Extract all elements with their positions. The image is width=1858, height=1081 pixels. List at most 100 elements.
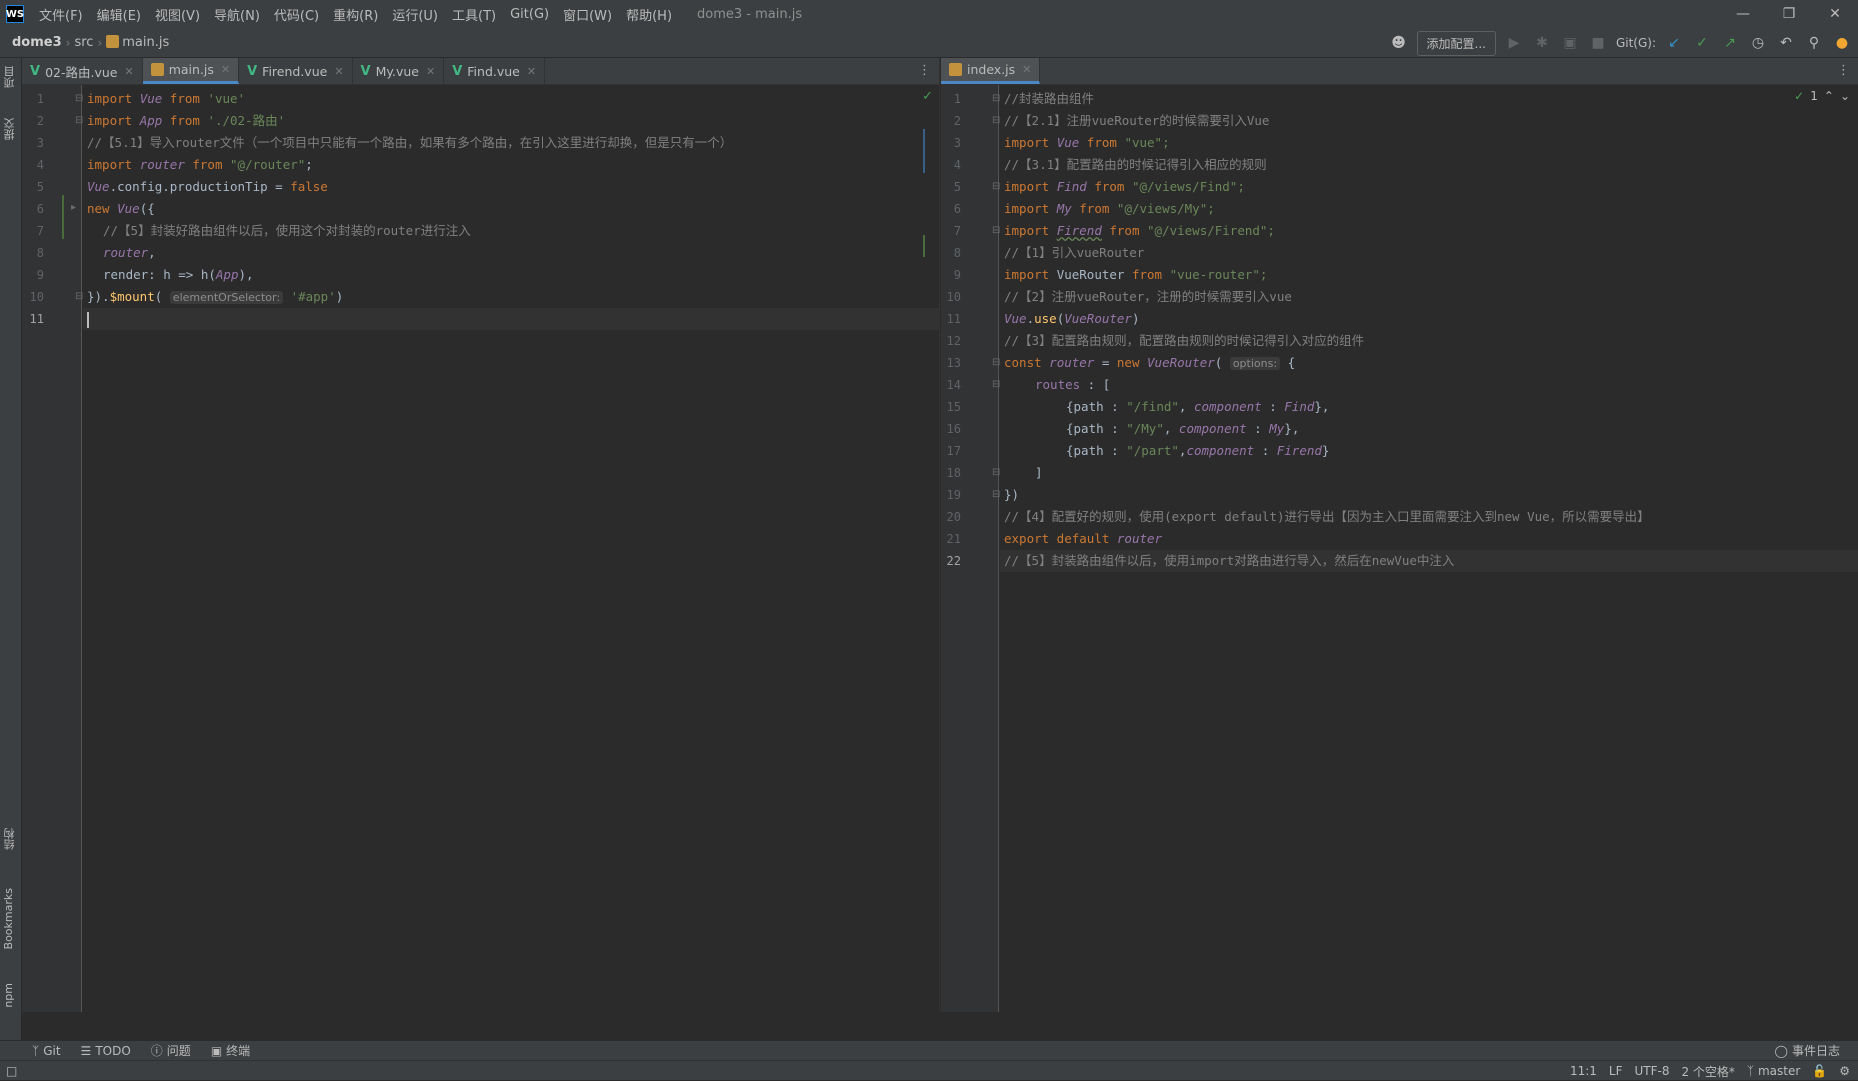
breadcrumb-project[interactable]: dome3 <box>8 35 66 50</box>
ide-update-icon[interactable]: ● <box>1832 33 1852 53</box>
breadcrumb-folder[interactable]: src <box>70 35 97 50</box>
close-icon[interactable]: ✕ <box>527 65 536 78</box>
right-editor-pane: index.js✕ ⋮ 1 2 3 4 5 6 7 8 9 10 11 12 1… <box>941 58 1858 1012</box>
menu-file[interactable]: 文件(F) <box>32 5 90 24</box>
run-icon[interactable]: ▶ <box>1504 33 1524 53</box>
bookmarks-tool-tab[interactable]: Bookmarks <box>2 888 20 949</box>
line-number: 3 <box>22 132 44 154</box>
vue-file-icon: V <box>247 64 257 79</box>
caret-position[interactable]: 11:1 <box>1570 1064 1597 1078</box>
code-editor-index-js[interactable]: 1 2 3 4 5 6 7 8 9 10 11 12 13 14 15 16 1… <box>941 85 1858 1012</box>
status-right: 11:1 LF UTF-8 2 个空格* ᛉ master 🔓 ⚙ <box>1570 1061 1850 1081</box>
code-line: render: h => h(App), <box>83 264 939 286</box>
line-number: 7 <box>22 220 44 242</box>
minimize-icon[interactable]: — <box>1720 0 1766 28</box>
tab-main-js[interactable]: main.js✕ <box>143 58 239 84</box>
chevron-down-icon[interactable]: ⌄ <box>1840 89 1850 103</box>
memory-icon[interactable]: ⚙ <box>1839 1064 1850 1078</box>
breadcrumb-file[interactable]: main.js <box>102 35 173 50</box>
menu-help[interactable]: 帮助(H) <box>619 5 679 24</box>
problems-tool-tab[interactable]: ⓘ问题 <box>141 1042 201 1059</box>
menu-window[interactable]: 窗口(W) <box>556 5 619 24</box>
git-branch-widget[interactable]: ᛉ master <box>1747 1064 1800 1078</box>
user-icon[interactable]: ☻ <box>1389 33 1409 53</box>
indent-setting[interactable]: 2 个空格* <box>1681 1063 1734 1080</box>
git-rollback-icon[interactable]: ↶ <box>1776 33 1796 53</box>
vue-file-icon: V <box>30 64 40 79</box>
close-icon[interactable]: ✕ <box>221 63 230 76</box>
code-line: //【2.1】注册vueRouter的时候需要引入Vue <box>1000 110 1858 132</box>
menu-view[interactable]: 视图(V) <box>148 5 207 24</box>
more-options-icon[interactable]: ⋮ <box>918 63 931 78</box>
todo-tool-tab[interactable]: ☰TODO <box>71 1044 141 1058</box>
close-icon[interactable]: ✕ <box>1022 63 1031 76</box>
git-tool-tab[interactable]: ᛉGit <box>22 1044 71 1058</box>
tab-firend-vue[interactable]: VFirend.vue✕ <box>239 58 352 84</box>
code-area[interactable]: //封装路由组件 //【2.1】注册vueRouter的时候需要引入Vue im… <box>1000 85 1858 1012</box>
code-line: import Find from "@/views/Find"; <box>1000 176 1858 198</box>
line-number: 10 <box>22 286 44 308</box>
git-history-icon[interactable]: ◷ <box>1748 33 1768 53</box>
tab-index-js[interactable]: index.js✕ <box>941 58 1040 84</box>
inspection-widget[interactable]: ✓ 1 ⌃ ⌄ <box>1794 89 1850 103</box>
line-gutter: 1 2 3 4 5 6 7 8 9 10 11 ⊟ ⊟ ▸ ⊟ <box>22 85 82 1012</box>
line-number: 22 <box>941 550 961 572</box>
close-icon[interactable]: ✕ <box>124 65 133 78</box>
menu-git[interactable]: Git(G) <box>503 7 556 22</box>
npm-tool-tab[interactable]: npm <box>2 983 20 1008</box>
stop-icon[interactable]: ■ <box>1588 33 1608 53</box>
layout-toggle-icon[interactable]: □ <box>6 1064 17 1078</box>
line-separator[interactable]: LF <box>1609 1064 1623 1078</box>
code-line: {path : "/My", component : My}, <box>1000 418 1858 440</box>
menu-code[interactable]: 代码(C) <box>267 5 326 24</box>
git-push-icon[interactable]: ↗ <box>1720 33 1740 53</box>
close-window-icon[interactable]: ✕ <box>1812 0 1858 28</box>
restore-icon[interactable]: ❐ <box>1766 0 1812 28</box>
webstorm-logo-icon[interactable]: WS <box>6 5 24 23</box>
menu-run[interactable]: 运行(U) <box>385 5 445 24</box>
list-icon: ☰ <box>81 1044 92 1058</box>
menu-refactor[interactable]: 重构(R) <box>326 5 385 24</box>
coverage-icon[interactable]: ▣ <box>1560 33 1580 53</box>
terminal-icon: ▣ <box>211 1044 222 1058</box>
no-problems-check-icon[interactable]: ✓ <box>922 89 933 104</box>
close-icon[interactable]: ✕ <box>334 65 343 78</box>
more-options-icon[interactable]: ⋮ <box>1837 63 1850 78</box>
close-icon[interactable]: ✕ <box>426 65 435 78</box>
search-icon[interactable]: ⚲ <box>1804 33 1824 53</box>
debug-icon[interactable]: ✱ <box>1532 33 1552 53</box>
change-marker <box>62 195 64 239</box>
commit-tool-tab[interactable]: 提交 <box>2 118 20 140</box>
code-line: router, <box>83 242 939 264</box>
code-editor-main-js[interactable]: 1 2 3 4 5 6 7 8 9 10 11 ⊟ ⊟ ▸ ⊟ import V… <box>22 85 939 1012</box>
line-number: 14 <box>941 374 961 396</box>
tab-label: Find.vue <box>467 64 520 79</box>
code-area[interactable]: import Vue from 'vue' import App from '.… <box>83 85 939 1012</box>
terminal-tool-tab[interactable]: ▣终端 <box>201 1042 260 1059</box>
tab-label: 02-路由.vue <box>45 62 117 81</box>
menu-edit[interactable]: 编辑(E) <box>90 5 148 24</box>
file-encoding[interactable]: UTF-8 <box>1634 1064 1669 1078</box>
line-number: 2 <box>941 110 961 132</box>
menu-tools[interactable]: 工具(T) <box>445 5 503 24</box>
structure-tool-tab[interactable]: 结构 <box>2 828 20 850</box>
add-configuration-button[interactable]: 添加配置... <box>1417 31 1496 56</box>
code-line: const router = new VueRouter( options: { <box>1000 352 1858 374</box>
tab-find-vue[interactable]: VFind.vue✕ <box>444 58 545 84</box>
code-line: //【5】封装好路由组件以后，使用这个对封装的router进行注入 <box>83 220 939 242</box>
change-marker <box>923 129 925 173</box>
project-tool-tab[interactable]: 项目 <box>2 66 20 88</box>
tab-my-vue[interactable]: VMy.vue✕ <box>353 58 445 84</box>
menu-navigate[interactable]: 导航(N) <box>207 5 267 24</box>
typo-check-icon: ✓ <box>1794 89 1804 103</box>
git-update-icon[interactable]: ↙ <box>1664 33 1684 53</box>
lock-icon[interactable]: 🔓 <box>1812 1064 1827 1078</box>
fold-arrow-icon[interactable]: ▸ <box>71 202 76 213</box>
code-line: {path : "/find", component : Find}, <box>1000 396 1858 418</box>
line-number: 11 <box>22 308 44 330</box>
line-number: 6 <box>941 198 961 220</box>
event-log-tool-tab[interactable]: ◯事件日志 <box>1765 1042 1850 1059</box>
tab-02-router-vue[interactable]: V 02-路由.vue ✕ <box>22 58 143 84</box>
chevron-up-icon[interactable]: ⌃ <box>1824 89 1834 103</box>
git-commit-icon[interactable]: ✓ <box>1692 33 1712 53</box>
